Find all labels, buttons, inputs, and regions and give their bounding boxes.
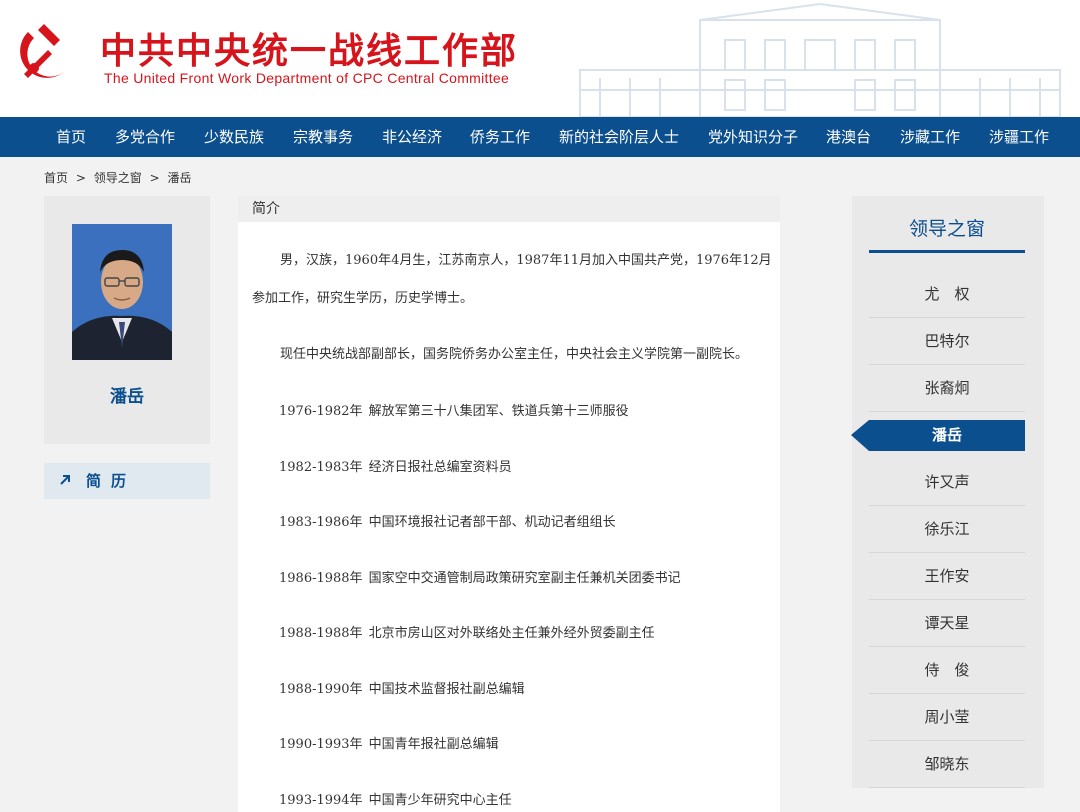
timeline-years: 1988-1988年 (279, 626, 363, 641)
building-watermark-image (560, 0, 1080, 117)
nav-item-nonpublic-economy[interactable]: 非公经济 (382, 117, 442, 157)
nav-item-multiparty[interactable]: 多党合作 (115, 117, 175, 157)
nav-item-xinjiang[interactable]: 涉疆工作 (989, 117, 1049, 157)
page-body: 首页 > 领导之窗 > 潘岳 潘岳 简历 简介 男，汉族，1960年4月生，江苏… (0, 157, 1080, 812)
section-title: 简介 (238, 196, 780, 222)
intro-paragraph: 男，汉族，1960年4月生，江苏南京人，1987年11月加入中国共产党，1976… (252, 253, 772, 306)
current-post-paragraph: 现任中央统战部副部长，国务院侨务办公室主任，中央社会主义学院第一副院长。 (280, 347, 749, 362)
timeline-years: 1986-1988年 (279, 571, 363, 586)
timeline-desc: 中国环境报社记者部干部、机动记者组组长 (368, 515, 616, 530)
timeline-desc: 中国青年报社副总编辑 (368, 737, 499, 752)
timeline-years: 1990-1993年 (279, 737, 363, 752)
site-subtitle: The United Front Work Department of CPC … (104, 70, 510, 86)
nav-item-overseas-chinese[interactable]: 侨务工作 (470, 117, 530, 157)
timeline-desc: 国家空中交通管制局政策研究室副主任兼机关团委书记 (368, 571, 681, 586)
profile-name: 潘岳 (110, 387, 144, 407)
resume-label: 简历 (86, 472, 137, 490)
timeline-desc: 解放军第三十八集团军、铁道兵第十三师服役 (368, 404, 629, 419)
nav-item-hk-macao-taiwan[interactable]: 港澳台 (826, 117, 871, 157)
main-nav: 首页 多党合作 少数民族 宗教事务 非公经济 侨务工作 新的社会阶层人士 党外知… (0, 117, 1080, 157)
leaders-sidebar: 领导之窗 尤 权 巴特尔 张裔炯 潘岳 许又声 徐乐江 王作安 谭天星 侍 俊 … (851, 196, 1044, 788)
nav-item-new-social-strata[interactable]: 新的社会阶层人士 (559, 117, 679, 157)
party-emblem-icon (20, 24, 66, 78)
nav-item-intellectuals[interactable]: 党外知识分子 (708, 117, 798, 157)
timeline-desc: 中国青少年研究中心主任 (368, 793, 512, 808)
sidebar-item-leader[interactable]: 周小莹 (869, 694, 1025, 741)
portrait-photo (72, 224, 172, 360)
nav-item-tibet[interactable]: 涉藏工作 (900, 117, 960, 157)
nav-item-ethnic[interactable]: 少数民族 (204, 117, 264, 157)
timeline-entry: 1982-1983年 经济日报社总编室资料员 (279, 456, 512, 475)
sidebar-item-leader[interactable]: 谭天星 (869, 600, 1025, 647)
sidebar-title: 领导之窗 (908, 218, 985, 240)
timeline-years: 1993-1994年 (279, 793, 363, 808)
timeline-desc: 中国技术监督报社副总编辑 (368, 682, 525, 697)
sidebar-item-leader[interactable]: 王作安 (869, 553, 1025, 600)
profile-card: 潘岳 (44, 196, 210, 444)
sidebar-item-leader[interactable]: 尤 权 (869, 271, 1025, 318)
timeline-desc: 北京市房山区对外联络处主任兼外经外贸委副主任 (368, 626, 655, 641)
sidebar-item-leader-active[interactable]: 潘岳 (869, 420, 1025, 451)
timeline-desc: 经济日报社总编室资料员 (368, 460, 512, 475)
sidebar-item-leader[interactable]: 许又声 (869, 459, 1025, 506)
sidebar-item-leader[interactable]: 邹晓东 (869, 741, 1025, 788)
timeline-entry: 1988-1990年 中国技术监督报社副总编辑 (279, 678, 525, 697)
resume-button[interactable]: 简历 (44, 463, 210, 499)
sidebar-item-leader[interactable]: 侍 俊 (869, 647, 1025, 694)
nav-item-home[interactable]: 首页 (56, 117, 86, 157)
timeline-years: 1983-1986年 (279, 515, 363, 530)
breadcrumb-section-link[interactable]: 领导之窗 (94, 171, 142, 185)
breadcrumb-current: 潘岳 (167, 171, 192, 185)
sidebar-item-leader[interactable]: 张裔炯 (869, 365, 1025, 412)
timeline-entry: 1986-1988年 国家空中交通管制局政策研究室副主任兼机关团委书记 (279, 567, 681, 586)
active-pointer-icon (851, 420, 869, 451)
main-content: 简介 男，汉族，1960年4月生，江苏南京人，1987年11月加入中国共产党，1… (238, 196, 780, 812)
arrow-up-right-icon (60, 475, 70, 485)
site-header: 中共中央统一战线工作部 The United Front Work Depart… (0, 0, 1080, 117)
timeline-years: 1976-1982年 (279, 404, 363, 419)
site-title: 中共中央统一战线工作部 (100, 31, 519, 72)
timeline-entry: 1988-1988年 北京市房山区对外联络处主任兼外经外贸委副主任 (279, 622, 655, 641)
timeline-entry: 1993-1994年 中国青少年研究中心主任 (279, 789, 512, 808)
timeline-entry: 1983-1986年 中国环境报社记者部干部、机动记者组组长 (279, 511, 616, 530)
breadcrumb-separator: > (149, 171, 160, 185)
sidebar-title-rule (869, 250, 1025, 253)
breadcrumb: 首页 > 领导之窗 > 潘岳 (44, 169, 195, 186)
timeline-entry: 1976-1982年 解放军第三十八集团军、铁道兵第十三师服役 (279, 400, 629, 419)
sidebar-item-leader[interactable]: 巴特尔 (869, 318, 1025, 365)
timeline-years: 1988-1990年 (279, 682, 363, 697)
sidebar-item-leader[interactable]: 徐乐江 (869, 506, 1025, 553)
breadcrumb-separator: > (75, 171, 86, 185)
nav-item-religion[interactable]: 宗教事务 (293, 117, 353, 157)
timeline-entry: 1990-1993年 中国青年报社副总编辑 (279, 733, 499, 752)
timeline-years: 1982-1983年 (279, 460, 363, 475)
breadcrumb-home-link[interactable]: 首页 (44, 171, 68, 185)
